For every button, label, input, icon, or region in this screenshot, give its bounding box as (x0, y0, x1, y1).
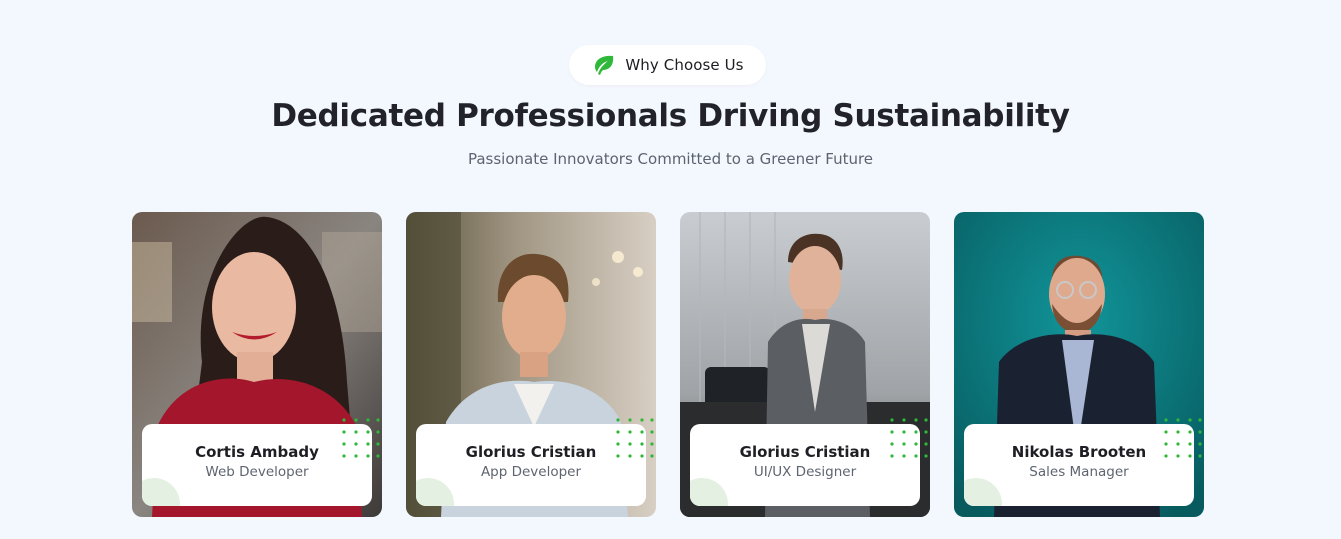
section-title: Dedicated Professionals Driving Sustaina… (271, 98, 1070, 134)
decorative-blob (142, 478, 180, 506)
team-member-role: UI/UX Designer (753, 464, 857, 480)
decorative-blob (690, 478, 728, 506)
team-member-role: Web Developer (205, 464, 309, 480)
decorative-blob (964, 478, 1002, 506)
decorative-blob (416, 478, 454, 506)
team-card[interactable]: Nikolas Brooten Sales Manager (954, 212, 1204, 517)
leaf-icon (595, 55, 614, 75)
dot-pattern (1160, 414, 1204, 466)
team-card[interactable]: Glorius Cristian App Developer (406, 212, 656, 517)
team-card[interactable]: Cortis Ambady Web Developer (132, 212, 382, 517)
badge-label: Why Choose Us (625, 56, 744, 74)
dot-pattern (612, 414, 656, 466)
section-badge: Why Choose Us (569, 45, 766, 85)
dot-pattern (338, 414, 382, 466)
team-member-role: Sales Manager (1029, 464, 1129, 480)
dot-pattern (886, 414, 930, 466)
team-card[interactable]: Glorius Cristian UI/UX Designer (680, 212, 930, 517)
team-member-role: App Developer (480, 464, 582, 480)
section-subtitle: Passionate Innovators Committed to a Gre… (467, 150, 874, 168)
